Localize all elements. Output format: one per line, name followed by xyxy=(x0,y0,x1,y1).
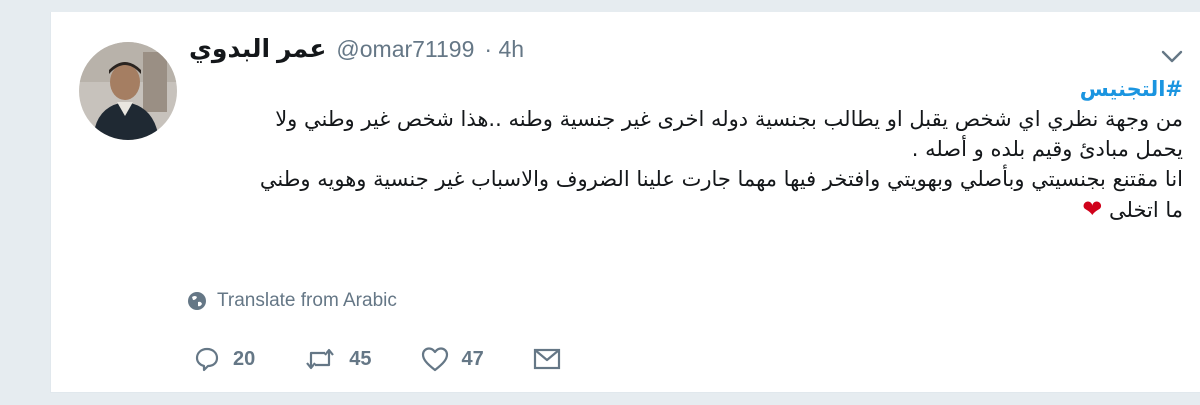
like-count: 47 xyxy=(461,347,484,370)
tweet-line-4-text: ما اتخلى xyxy=(1108,198,1183,222)
retweet-icon xyxy=(303,345,337,373)
timestamp[interactable]: · 4h xyxy=(484,36,524,63)
tweet-line-1: من وجهة نظري اي شخص يقبل او يطالب بجنسية… xyxy=(275,107,1183,131)
user-handle[interactable]: @omar71199 xyxy=(336,36,474,63)
heart-emoji: ❤ xyxy=(1082,195,1103,223)
tweet-actions: 20 45 47 xyxy=(193,345,610,373)
hashtag-link[interactable]: #التجنيس xyxy=(203,74,1183,104)
tweet-line-4: ما اتخلى ❤ xyxy=(203,194,1183,225)
retweet-count: 45 xyxy=(349,347,372,370)
globe-icon xyxy=(187,291,207,311)
like-button[interactable]: 47 xyxy=(420,345,484,373)
tweet-line-3: انا مقتنع بجنسيتي وبأصلي وبهويتي وافتخر … xyxy=(259,167,1183,191)
reply-icon xyxy=(193,345,221,373)
chevron-down-icon[interactable] xyxy=(1157,44,1187,68)
display-name[interactable]: عمر البدوي xyxy=(189,34,326,64)
translate-label: Translate from Arabic xyxy=(217,290,397,311)
avatar[interactable] xyxy=(79,42,177,140)
envelope-icon xyxy=(532,346,562,372)
translate-link[interactable]: Translate from Arabic xyxy=(187,290,397,312)
reply-button[interactable]: 20 xyxy=(193,345,255,373)
tweet-line-2: يحمل مبادئ وقيم بلده و أصله . xyxy=(911,137,1183,161)
tweet-card[interactable]: عمر البدوي @omar71199 · 4h #التجنيس من و… xyxy=(50,12,1200,393)
tweet-header: عمر البدوي @omar71199 · 4h xyxy=(189,34,524,64)
retweet-button[interactable]: 45 xyxy=(303,345,372,373)
reply-count: 20 xyxy=(233,347,256,370)
tweet-text: #التجنيس من وجهة نظري اي شخص يقبل او يطا… xyxy=(203,74,1183,225)
direct-message-button[interactable] xyxy=(532,346,562,372)
heart-icon xyxy=(420,345,450,373)
